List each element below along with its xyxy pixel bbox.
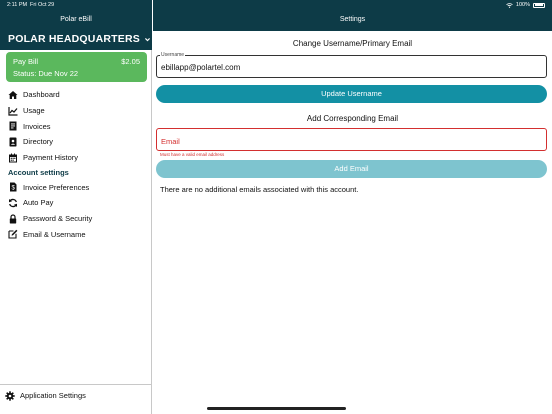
sidebar-item-auto-pay[interactable]: Auto Pay	[0, 195, 152, 211]
divider	[0, 384, 152, 385]
sidebar: Polar eBill POLAR HEADQUARTERS Pay Bill …	[0, 0, 152, 414]
org-name: POLAR HEADQUARTERS	[8, 33, 140, 45]
sidebar-item-invoices[interactable]: Invoices	[0, 118, 152, 134]
pay-bill-status: Status: Due Nov 22	[13, 69, 79, 78]
status-time: 2:11 PM	[7, 2, 28, 8]
battery-percent: 100%	[515, 2, 530, 8]
page-title: Settings	[339, 16, 366, 23]
application-settings-label: Application Settings	[20, 391, 86, 400]
sidebar-item-label: Dashboard	[23, 90, 60, 100]
wifi-icon	[506, 2, 513, 8]
pay-bill-amount: $2.05	[121, 57, 140, 66]
gear-icon	[5, 390, 15, 401]
username-section-heading: Change Username/Primary Email	[292, 39, 413, 48]
invoice-icon	[8, 121, 18, 131]
refresh-icon	[8, 198, 18, 208]
chevron-down-icon	[144, 37, 150, 41]
username-field-value: ebillapp@polartel.com	[161, 63, 241, 72]
pay-bill-button[interactable]: Pay Bill $2.05 Status: Due Nov 22	[6, 52, 147, 82]
sidebar-item-password-security[interactable]: Password & Security	[0, 211, 152, 227]
username-field-label: Username	[160, 52, 186, 58]
sidebar-item-email-username[interactable]: Email & Username	[0, 227, 152, 243]
lock-icon	[8, 214, 18, 224]
no-emails-message: There are no additional emails associate…	[160, 185, 359, 194]
status-date: Fri Oct 29	[30, 2, 55, 8]
application-settings-button[interactable]: Application Settings	[0, 388, 152, 403]
sidebar-item-label: Invoices	[23, 121, 51, 131]
email-error-message: Must have a valid email address	[160, 152, 225, 157]
status-bar: 2:11 PM Fri Oct 29 100%	[0, 0, 552, 12]
sidebar-nav: Dashboard Usage Invoices Directory Payme…	[0, 87, 152, 242]
sidebar-item-label: Usage	[23, 106, 45, 116]
invoice-settings-icon: $	[8, 182, 18, 192]
battery-icon	[533, 2, 545, 8]
sidebar-item-label: Payment History	[23, 153, 79, 163]
sidebar-item-directory[interactable]: Directory	[0, 134, 152, 150]
sidebar-item-label: Invoice Preferences	[23, 182, 90, 192]
app-title: Polar eBill	[60, 16, 92, 23]
account-settings-heading: Account settings	[8, 167, 69, 177]
sidebar-item-invoice-preferences[interactable]: $ Invoice Preferences	[0, 179, 152, 195]
home-indicator[interactable]	[207, 407, 346, 410]
email-section-heading: Add Corresponding Email	[306, 114, 399, 123]
sidebar-item-dashboard[interactable]: Dashboard	[0, 87, 152, 103]
edit-icon	[8, 229, 18, 239]
email-field-placeholder: Email	[161, 137, 180, 146]
username-field[interactable]: Username ebillapp@polartel.com	[156, 52, 547, 78]
sidebar-item-label: Directory	[23, 137, 54, 147]
sidebar-item-payment-history[interactable]: Payment History	[0, 150, 152, 166]
calendar-icon	[8, 153, 18, 163]
update-username-button[interactable]: Update Username	[156, 85, 547, 103]
email-field[interactable]: Email	[156, 128, 547, 151]
pay-bill-label: Pay Bill	[13, 57, 39, 66]
org-selector[interactable]: POLAR HEADQUARTERS	[8, 33, 151, 45]
sidebar-item-usage[interactable]: Usage	[0, 103, 152, 119]
home-icon	[8, 90, 18, 100]
contact-book-icon	[8, 137, 18, 147]
chart-icon	[8, 106, 18, 116]
sidebar-item-label: Password & Security	[23, 214, 93, 224]
sidebar-item-label: Auto Pay	[23, 198, 54, 208]
status-right: 100%	[506, 2, 545, 8]
add-email-button[interactable]: Add Email	[156, 160, 547, 178]
sidebar-item-label: Email & Username	[23, 229, 86, 239]
